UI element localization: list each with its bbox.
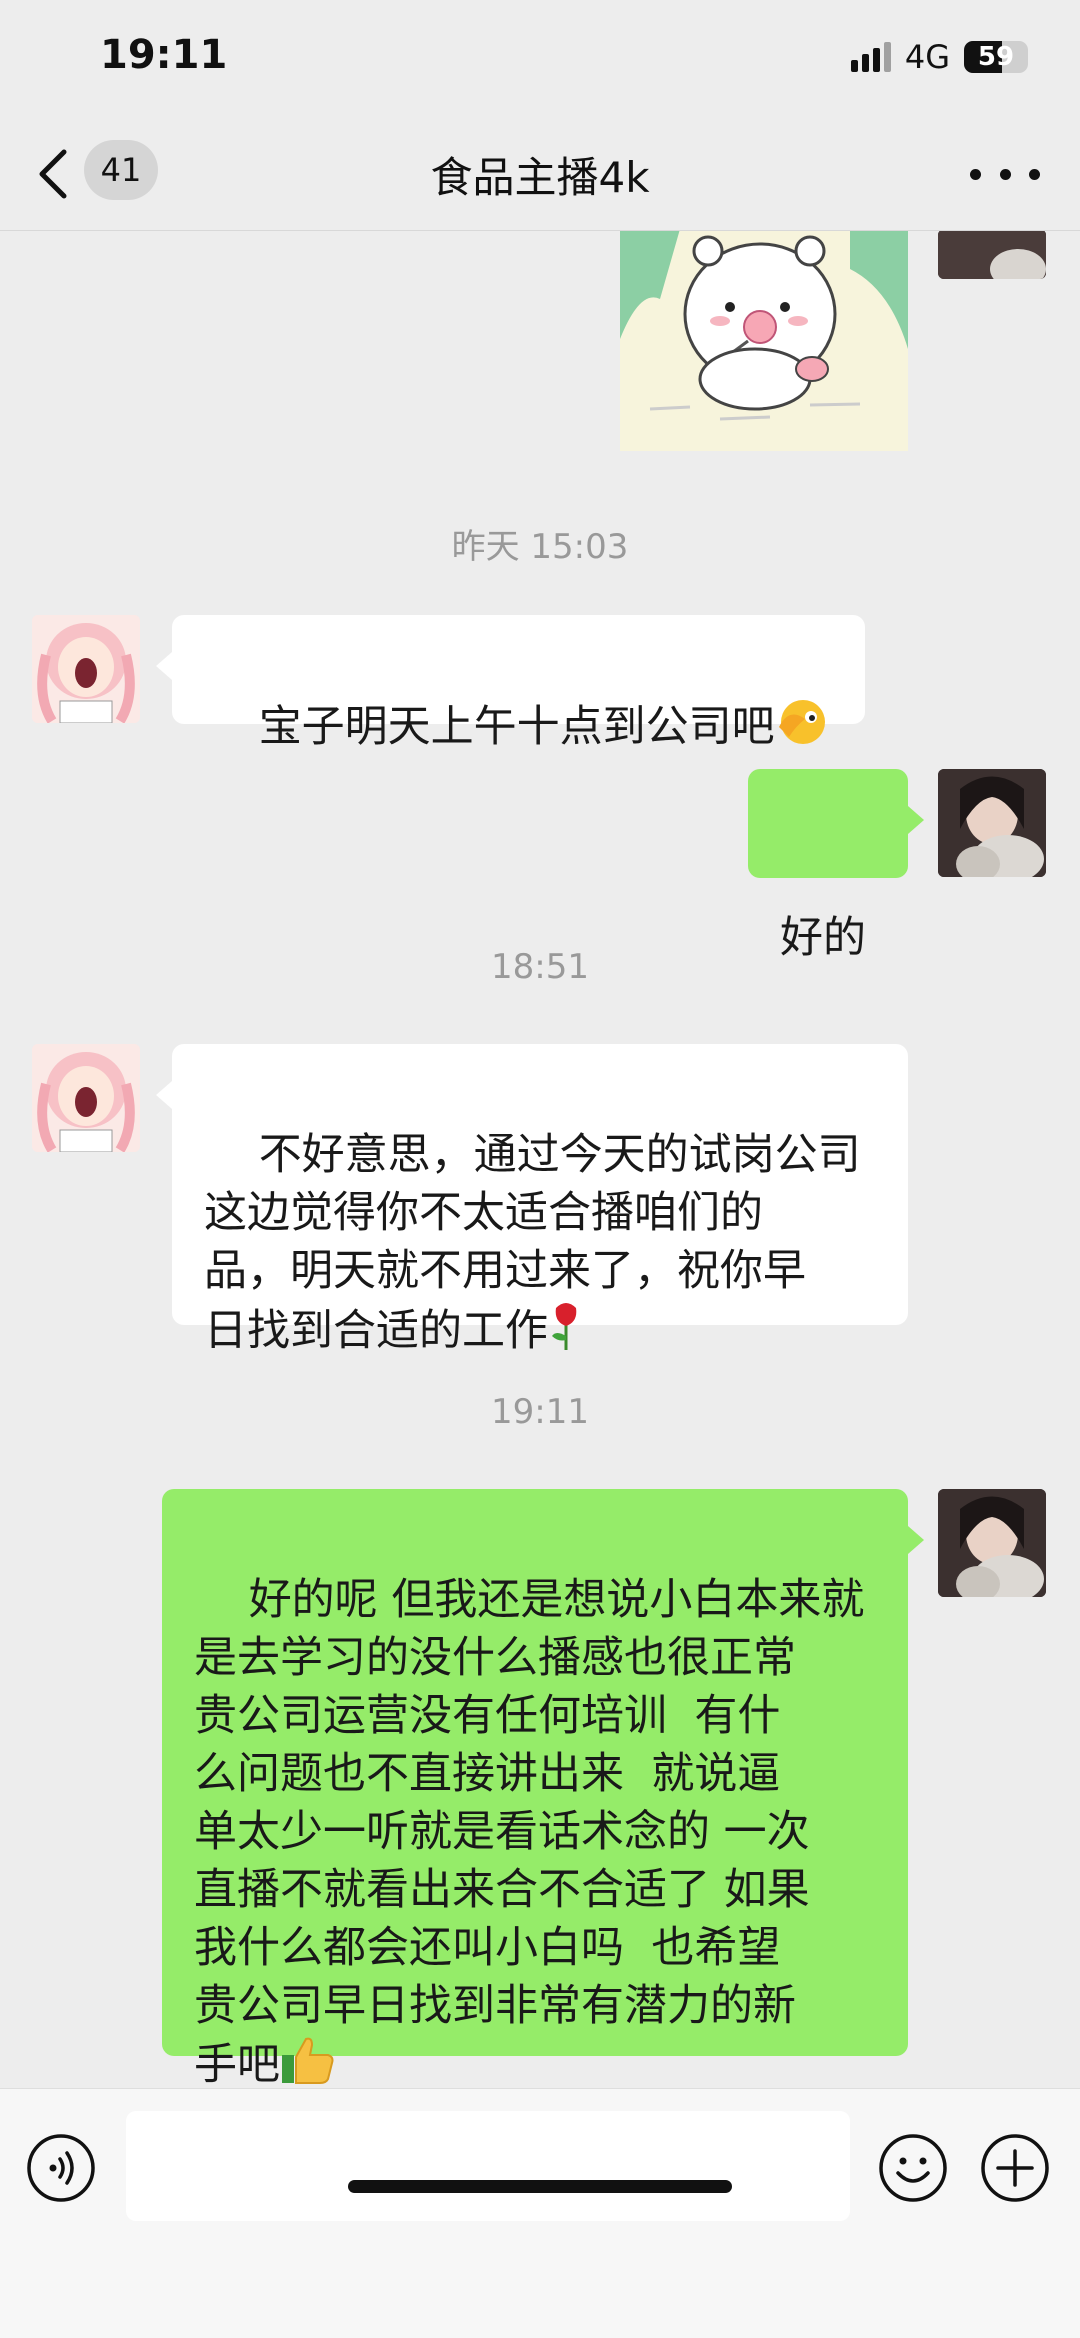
portrait-icon bbox=[938, 231, 1046, 279]
timestamp: 19:11 bbox=[491, 1392, 589, 1432]
chat-header: 41 食品主播4k bbox=[0, 118, 1080, 231]
face-with-hand-over-eye-icon bbox=[775, 697, 833, 762]
timestamp: 昨天 15:03 bbox=[451, 527, 629, 567]
contact-avatar[interactable] bbox=[32, 615, 140, 723]
more-icon bbox=[970, 168, 981, 180]
message-bubble[interactable]: 宝子明天上午十点到公司吧 bbox=[172, 615, 865, 752]
network-label: 4G bbox=[904, 38, 950, 76]
message-input[interactable] bbox=[126, 2111, 850, 2221]
signal-icon bbox=[850, 42, 891, 72]
message-bubble-self[interactable]: 好的呢 但我还是想说小白本来就 是去学习的没什么播感也很正常 贵公司运营没有任何… bbox=[162, 1489, 908, 2088]
emoji-button[interactable] bbox=[878, 2133, 948, 2203]
voice-button[interactable] bbox=[26, 2133, 96, 2203]
plus-icon bbox=[981, 2134, 1049, 2202]
message-text: 不好意思，通过今天的试岗公司 这边觉得你不太适合播咱们的 品，明天就不用过来了，… bbox=[204, 1130, 861, 1356]
message-bubble[interactable]: 不好意思，通过今天的试岗公司 这边觉得你不太适合播咱们的 品，明天就不用过来了，… bbox=[172, 1044, 908, 1356]
battery-level: 59 bbox=[977, 42, 1015, 72]
message-bubble-self[interactable]: 好的 bbox=[748, 769, 908, 963]
voice-icon bbox=[27, 2134, 95, 2202]
home-indicator[interactable] bbox=[348, 2180, 732, 2193]
message-list[interactable]: 昨天 15:03 宝子明天上午十点到公司吧 好的 18:51 不好意思，通过今天… bbox=[0, 231, 1080, 2088]
rose-icon bbox=[548, 1300, 584, 1367]
status-indicators: 4G 59 bbox=[850, 38, 1028, 76]
back-button[interactable] bbox=[34, 146, 74, 202]
more-button[interactable] bbox=[970, 162, 1040, 186]
cartoon-girl-icon bbox=[32, 1044, 140, 1152]
thumbs-up-icon bbox=[280, 2035, 334, 2088]
unread-badge[interactable]: 41 bbox=[84, 140, 158, 200]
cartoon-girl-icon bbox=[32, 615, 140, 723]
status-time: 19:11 bbox=[100, 32, 228, 78]
chat-title: 食品主播4k bbox=[430, 153, 650, 202]
message-text: 宝子明天上午十点到公司吧 bbox=[258, 702, 775, 752]
portrait-icon bbox=[938, 1489, 1046, 1597]
my-avatar[interactable] bbox=[938, 769, 1046, 877]
more-functions-button[interactable] bbox=[980, 2133, 1050, 2203]
battery-icon: 59 bbox=[964, 41, 1028, 73]
input-bar bbox=[0, 2088, 1080, 2338]
my-avatar[interactable] bbox=[938, 1489, 1046, 1597]
smiley-icon bbox=[879, 2134, 947, 2202]
my-avatar[interactable] bbox=[938, 231, 1046, 279]
bear-sticker-icon bbox=[620, 231, 908, 451]
contact-avatar[interactable] bbox=[32, 1044, 140, 1152]
status-bar: 19:11 4G 59 bbox=[0, 0, 1080, 118]
sticker-message[interactable] bbox=[620, 231, 908, 451]
message-text: 好的呢 但我还是想说小白本来就 是去学习的没什么播感也很正常 贵公司运营没有任何… bbox=[194, 1575, 865, 2088]
portrait-icon bbox=[938, 769, 1046, 877]
chevron-left-icon bbox=[39, 149, 67, 199]
timestamp: 18:51 bbox=[491, 947, 589, 987]
